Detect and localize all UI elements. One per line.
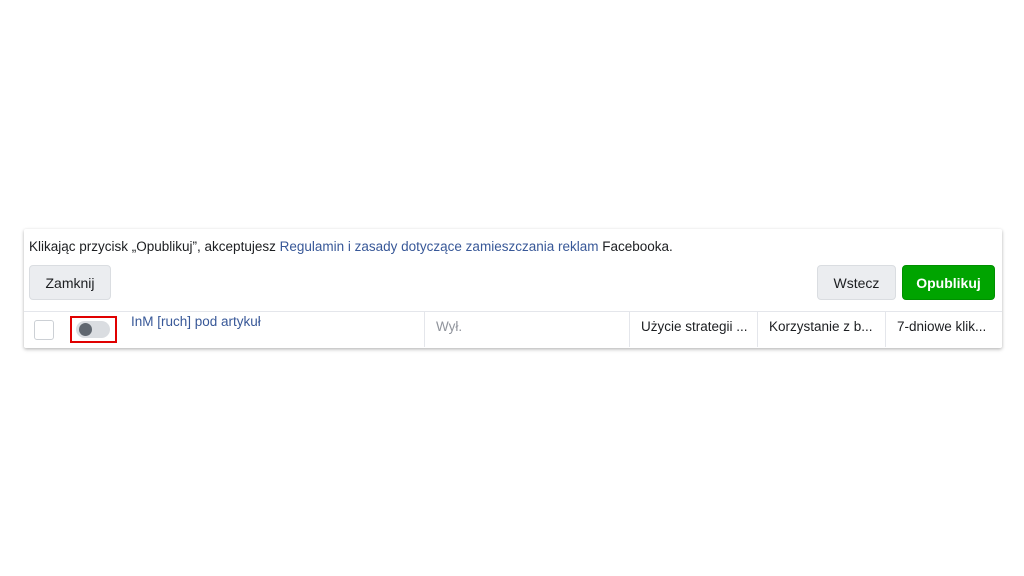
page: Klikając przycisk „Opublikuj”, akceptuje… bbox=[0, 0, 1024, 576]
cell-status: Wył. bbox=[424, 312, 629, 347]
terms-notice-prefix: Klikając przycisk „Opublikuj”, akceptuje… bbox=[29, 239, 280, 254]
row-checkbox[interactable] bbox=[34, 320, 54, 340]
publish-button[interactable]: Opublikuj bbox=[902, 265, 995, 300]
ad-name-link[interactable]: InM [ruch] pod artykuł bbox=[131, 314, 261, 329]
terms-notice: Klikając przycisk „Opublikuj”, akceptuje… bbox=[29, 239, 673, 254]
terms-notice-suffix: Facebooka. bbox=[598, 239, 673, 254]
back-button[interactable]: Wstecz bbox=[817, 265, 896, 300]
terms-link[interactable]: Regulamin i zasady dotyczące zamieszczan… bbox=[280, 239, 599, 254]
close-button[interactable]: Zamknij bbox=[29, 265, 111, 300]
cell-attribution-window: 7-dniowe klik... bbox=[885, 312, 1002, 347]
table-row: InM [ruch] pod artykuł Wył. Użycie strat… bbox=[24, 311, 1002, 347]
toggle-highlight-box bbox=[70, 316, 117, 343]
cell-ad-name: InM [ruch] pod artykuł bbox=[131, 312, 424, 347]
cell-usage: Korzystanie z b... bbox=[757, 312, 885, 347]
publish-panel: Klikając przycisk „Opublikuj”, akceptuje… bbox=[24, 229, 1002, 348]
cell-strategy: Użycie strategii ... bbox=[629, 312, 757, 347]
